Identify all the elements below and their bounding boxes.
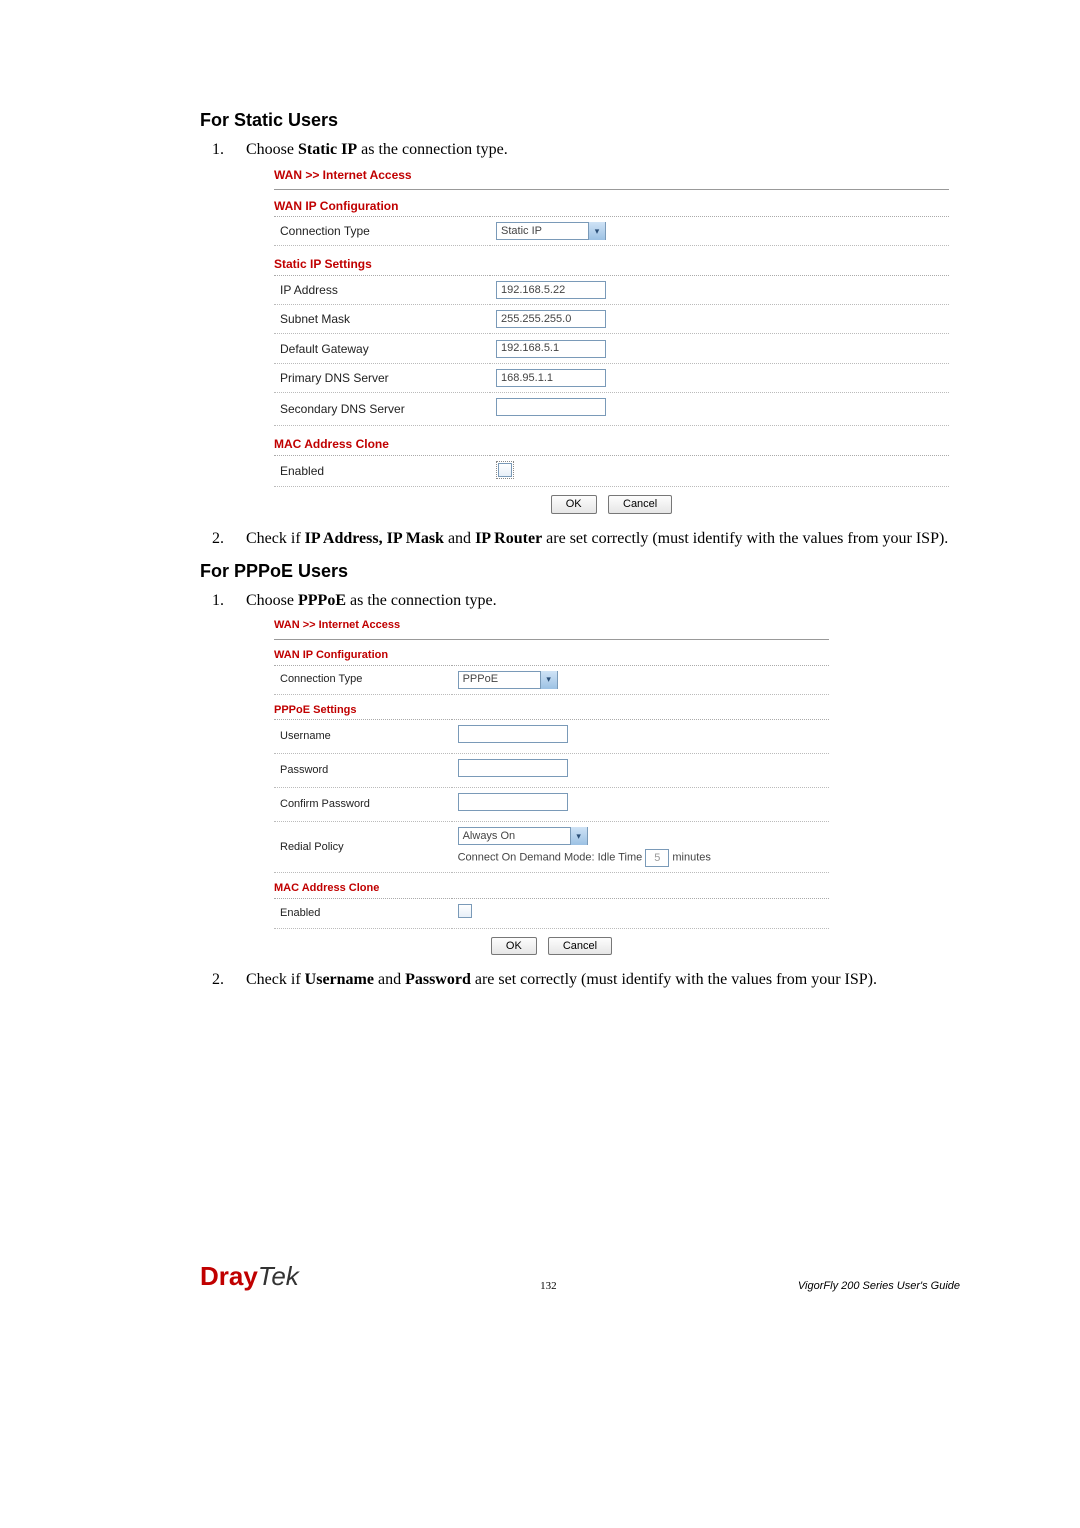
text: Check if xyxy=(246,530,305,547)
text: as the connection type. xyxy=(346,592,497,609)
text-bold: PPPoE xyxy=(298,592,346,609)
redial-policy-value: Always On xyxy=(463,829,516,844)
connection-type-value: PPPoE xyxy=(463,672,498,687)
wan-ip-config-title: WAN IP Configuration xyxy=(274,648,829,663)
enabled-checkbox-wrap xyxy=(496,461,514,479)
idle-time-input[interactable]: 5 xyxy=(645,849,669,867)
wan-internet-access-panel-static: WAN >> Internet Access WAN IP Configurat… xyxy=(274,167,949,514)
text: as the connection type. xyxy=(357,141,508,158)
button-row: OK Cancel xyxy=(274,495,949,514)
page-footer: DrayTek 132 VigorFly 200 Series User's G… xyxy=(200,1261,960,1292)
text-bold: IP Router xyxy=(475,530,542,547)
heading-static-users: For Static Users xyxy=(200,110,960,131)
static-step-1: Choose Static IP as the connection type.… xyxy=(228,139,960,514)
primary-dns-label: Primary DNS Server xyxy=(274,363,490,392)
idle-time-pre: Connect On Demand Mode: Idle Time xyxy=(458,852,646,864)
text: and xyxy=(374,971,405,988)
mac-address-clone-table: Enabled xyxy=(274,455,949,487)
subnet-mask-label: Subnet Mask xyxy=(274,305,490,334)
heading-pppoe-users: For PPPoE Users xyxy=(200,561,960,582)
enabled-checkbox[interactable] xyxy=(458,904,472,918)
username-label: Username xyxy=(274,720,452,754)
ip-address-input[interactable]: 192.168.5.22 xyxy=(496,281,606,299)
password-input[interactable] xyxy=(458,759,568,777)
enabled-label: Enabled xyxy=(274,898,452,928)
text: Check if xyxy=(246,971,305,988)
text: and xyxy=(444,530,475,547)
idle-time-post: minutes xyxy=(669,852,711,864)
redial-policy-select[interactable]: Always On ▾ xyxy=(458,827,588,845)
button-row: OK Cancel xyxy=(274,937,829,956)
enabled-label: Enabled xyxy=(274,455,490,486)
wan-ip-config-table: Connection Type PPPoE ▾ xyxy=(274,665,829,695)
text-bold: Static IP xyxy=(298,141,357,158)
connection-type-label: Connection Type xyxy=(274,216,490,245)
page-number: 132 xyxy=(540,1280,557,1292)
connection-type-select[interactable]: Static IP ▾ xyxy=(496,222,606,240)
chevron-down-icon: ▾ xyxy=(540,671,557,689)
connection-type-value: Static IP xyxy=(501,224,542,239)
text: are set correctly (must identify with th… xyxy=(542,530,948,547)
breadcrumb: WAN >> Internet Access xyxy=(274,167,949,183)
redial-policy-label: Redial Policy xyxy=(274,821,452,872)
text-bold: Password xyxy=(405,971,471,988)
static-step-2: Check if IP Address, IP Mask and IP Rout… xyxy=(228,528,960,550)
subnet-mask-input[interactable]: 255.255.255.0 xyxy=(496,310,606,328)
secondary-dns-label: Secondary DNS Server xyxy=(274,393,490,426)
connection-type-label: Connection Type xyxy=(274,665,452,694)
default-gateway-label: Default Gateway xyxy=(274,334,490,363)
idle-time-line: Connect On Demand Mode: Idle Time 5 minu… xyxy=(458,849,823,867)
mac-address-clone-title: MAC Address Clone xyxy=(274,436,949,452)
text-bold: IP Address, IP Mask xyxy=(305,530,444,547)
logo-tek: Tek xyxy=(258,1261,299,1291)
default-gateway-input[interactable]: 192.168.5.1 xyxy=(496,340,606,358)
username-input[interactable] xyxy=(458,725,568,743)
guide-name: VigorFly 200 Series User's Guide xyxy=(798,1280,960,1292)
cancel-button[interactable]: Cancel xyxy=(608,495,672,514)
static-ip-settings-title: Static IP Settings xyxy=(274,256,949,272)
pppoe-settings-title: PPPoE Settings xyxy=(274,703,829,718)
mac-address-clone-table: Enabled xyxy=(274,898,829,929)
breadcrumb: WAN >> Internet Access xyxy=(274,618,829,633)
primary-dns-input[interactable]: 168.95.1.1 xyxy=(496,369,606,387)
text-bold: Username xyxy=(305,971,374,988)
confirm-password-input[interactable] xyxy=(458,793,568,811)
confirm-password-label: Confirm Password xyxy=(274,788,452,822)
divider xyxy=(274,189,949,190)
text: are set correctly (must identify with th… xyxy=(471,971,877,988)
password-label: Password xyxy=(274,754,452,788)
draytek-logo: DrayTek xyxy=(200,1261,299,1292)
secondary-dns-input[interactable] xyxy=(496,398,606,416)
cancel-button[interactable]: Cancel xyxy=(548,937,612,956)
pppoe-settings-table: Username Password Confirm Password Redia… xyxy=(274,719,829,873)
ip-address-label: IP Address xyxy=(274,275,490,304)
wan-ip-config-table: Connection Type Static IP ▾ xyxy=(274,216,949,246)
wan-internet-access-panel-pppoe: WAN >> Internet Access WAN IP Configurat… xyxy=(274,618,829,956)
static-ip-settings-table: IP Address 192.168.5.22 Subnet Mask 255.… xyxy=(274,275,949,427)
chevron-down-icon: ▾ xyxy=(570,827,587,845)
pppoe-step-1: Choose PPPoE as the connection type. WAN… xyxy=(228,590,960,955)
chevron-down-icon: ▾ xyxy=(588,222,605,240)
text: Choose xyxy=(246,592,298,609)
text: Choose xyxy=(246,141,298,158)
pppoe-step-2: Check if Username and Password are set c… xyxy=(228,969,960,991)
enabled-checkbox[interactable] xyxy=(498,463,512,477)
connection-type-select[interactable]: PPPoE ▾ xyxy=(458,671,558,689)
wan-ip-config-title: WAN IP Configuration xyxy=(274,198,949,214)
ok-button[interactable]: OK xyxy=(491,937,537,956)
logo-dray: Dray xyxy=(200,1261,258,1291)
divider xyxy=(274,639,829,640)
ok-button[interactable]: OK xyxy=(551,495,597,514)
mac-address-clone-title: MAC Address Clone xyxy=(274,881,829,896)
